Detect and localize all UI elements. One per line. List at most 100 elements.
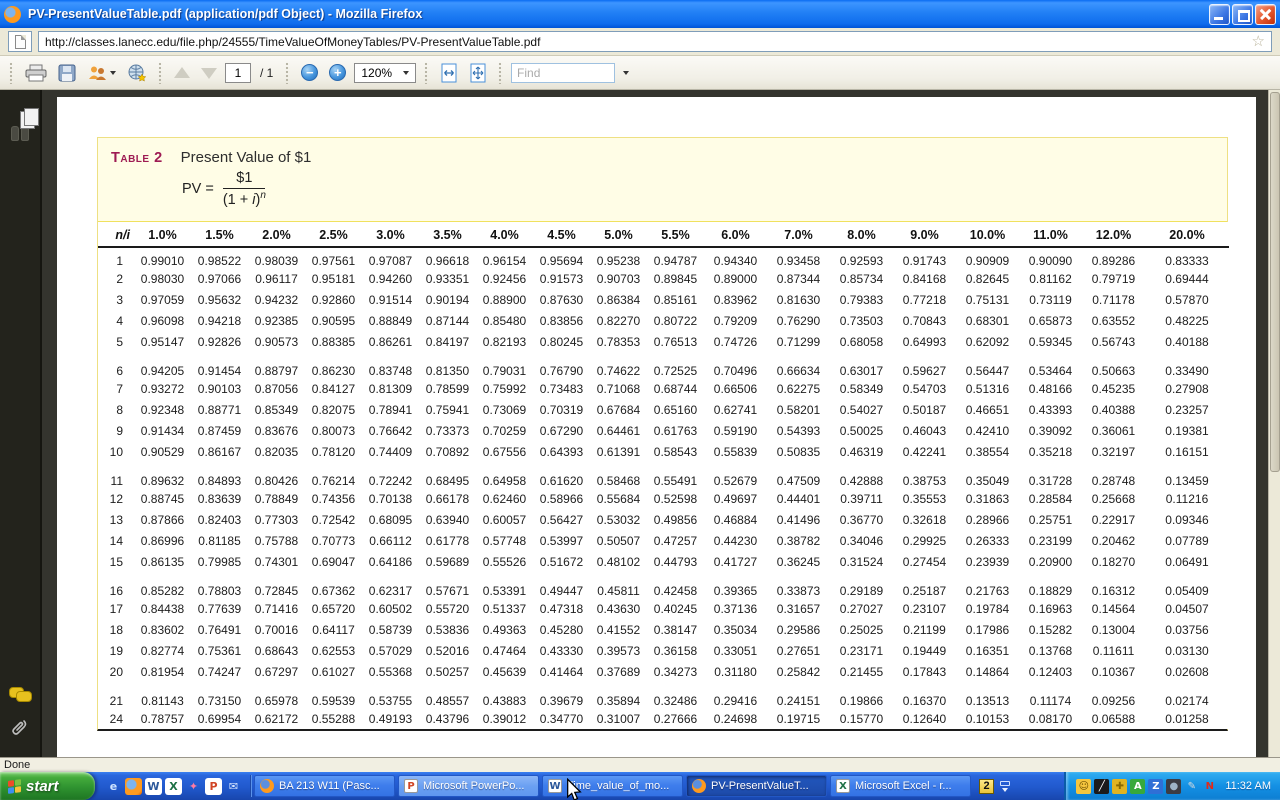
page-number-input[interactable] (225, 63, 251, 83)
pv-factor-cell: 0.92593 (830, 247, 893, 268)
pv-factor-cell: 0.84127 (305, 378, 362, 399)
pv-factor-cell: 0.29586 (767, 619, 830, 640)
pen-icon[interactable]: ✎ (1184, 779, 1199, 794)
pv-factor-cell: 0.19381 (1145, 420, 1229, 441)
pv-factor-cell: 0.29416 (704, 682, 767, 708)
find-input[interactable] (511, 63, 615, 83)
email-button[interactable] (84, 63, 119, 83)
start-button[interactable]: start (0, 772, 95, 800)
pv-factor-cell: 0.61778 (419, 530, 476, 551)
pv-factor-cell: 0.63017 (830, 352, 893, 378)
notes-badge[interactable]: 2 (979, 779, 994, 794)
powerpoint-icon[interactable]: P (205, 778, 222, 795)
period-cell: 5 (98, 331, 134, 352)
volume-icon[interactable]: ● (1166, 779, 1181, 794)
pv-factor-cell: 0.88385 (305, 331, 362, 352)
pv-factor-cell: 0.32618 (893, 509, 956, 530)
pv-factor-cell: 0.90573 (248, 331, 305, 352)
pv-factor-cell: 0.92860 (305, 289, 362, 310)
zimbra-icon[interactable]: Z (1148, 779, 1163, 794)
email-dropdown-icon (110, 71, 116, 75)
pv-factor-cell: 0.77218 (893, 289, 956, 310)
fit-width-button[interactable] (437, 61, 461, 85)
zoom-level-select[interactable]: 120% (354, 63, 416, 83)
minimize-button[interactable] (1209, 4, 1230, 25)
taskbar-task-word[interactable]: WTime_value_of_mo... (542, 775, 683, 797)
scrollbar-thumb[interactable] (1270, 92, 1280, 472)
table-row: 50.951470.928260.905730.883850.862610.84… (98, 331, 1229, 352)
pv-factor-cell: 0.91514 (362, 289, 419, 310)
taskbar-task-firefox[interactable]: BA 213 W11 (Pasc... (254, 775, 395, 797)
period-cell: 12 (98, 488, 134, 509)
pv-factor-cell: 0.50025 (830, 420, 893, 441)
system-tray: ☺╱✚AZ●✎N 11:32 AM (1064, 772, 1280, 800)
pv-factor-cell: 0.15282 (1019, 619, 1082, 640)
antivirus-icon[interactable]: A (1130, 779, 1145, 794)
fit-page-button[interactable] (466, 61, 490, 85)
outlook-icon[interactable]: ✉ (225, 778, 242, 795)
pv-factor-cell: 0.58739 (362, 619, 419, 640)
period-cell: 24 (98, 708, 134, 729)
pv-factor-cell: 0.44230 (704, 530, 767, 551)
pv-factor-cell: 0.92348 (134, 399, 191, 420)
table-row: 40.960980.942180.923850.905950.888490.87… (98, 310, 1229, 331)
pv-factor-cell: 0.87344 (767, 268, 830, 289)
internet-explorer-icon[interactable]: e (105, 778, 122, 795)
novell-icon[interactable]: N (1202, 779, 1217, 794)
keys-icon[interactable]: ✦ (185, 778, 202, 795)
pv-factor-cell: 0.95694 (533, 247, 590, 268)
excel-icon[interactable]: X (165, 778, 182, 795)
rate-column-header: 11.0% (1019, 222, 1082, 247)
pv-factor-cell: 0.40188 (1145, 331, 1229, 352)
taskbar-task-excel[interactable]: XMicrosoft Excel - r... (830, 775, 971, 797)
pv-factor-cell: 0.33051 (704, 640, 767, 661)
collaborate-button[interactable] (124, 61, 150, 84)
pv-factor-cell: 0.45639 (476, 661, 533, 682)
restore-button[interactable] (1232, 4, 1253, 25)
rate-column-header: 2.0% (248, 222, 305, 247)
pv-factor-cell: 0.90194 (419, 289, 476, 310)
pv-factor-cell: 0.73483 (533, 378, 590, 399)
pv-factor-cell: 0.66178 (419, 488, 476, 509)
sidebar-item-comments[interactable] (9, 687, 31, 703)
utility-icon[interactable]: ╱ (1094, 779, 1109, 794)
taskbar-task-firefox[interactable]: PV-PresentValueT... (686, 775, 827, 797)
find-dropdown-icon[interactable] (623, 71, 629, 75)
pv-factor-cell: 0.71068 (590, 378, 647, 399)
pv-factor-cell: 0.62275 (767, 378, 830, 399)
pv-factor-cell: 0.20900 (1019, 551, 1082, 572)
print-button[interactable] (22, 62, 50, 84)
messenger-smiley-icon[interactable]: ☺ (1076, 779, 1091, 794)
pv-factor-cell: 0.28748 (1082, 462, 1145, 488)
pv-factor-cell: 0.49697 (704, 488, 767, 509)
pv-factor-cell: 0.43330 (533, 640, 590, 661)
previous-page-button[interactable] (171, 65, 193, 80)
pv-factor-cell: 0.48557 (419, 682, 476, 708)
pv-factor-cell: 0.74301 (248, 551, 305, 572)
toolbar-chevron-icon[interactable] (1000, 781, 1010, 792)
pv-factor-cell: 0.51672 (533, 551, 590, 572)
pv-factor-cell: 0.31180 (704, 661, 767, 682)
pv-factor-cell: 0.91743 (893, 247, 956, 268)
rate-column-header: 3.0% (362, 222, 419, 247)
close-button[interactable] (1255, 4, 1276, 25)
next-page-button[interactable] (198, 65, 220, 81)
taskbar-task-powerpoint[interactable]: PMicrosoft PowerPo... (398, 775, 539, 797)
pv-factor-cell: 0.15770 (830, 708, 893, 729)
url-field[interactable]: http://classes.lanecc.edu/file.php/24555… (38, 31, 1272, 52)
zoom-in-button[interactable]: + (326, 62, 349, 83)
pv-factor-cell: 0.81954 (134, 661, 191, 682)
zoom-out-button[interactable]: − (298, 62, 321, 83)
pv-factor-cell: 0.88771 (191, 399, 248, 420)
vertical-scrollbar[interactable] (1268, 90, 1280, 757)
task-buttons: BA 213 W11 (Pasc...PMicrosoft PowerPo...… (254, 772, 971, 800)
pv-factor-cell: 0.68744 (647, 378, 704, 399)
bookmark-star-icon[interactable]: ☆ (1252, 34, 1265, 49)
shield-icon[interactable]: ✚ (1112, 779, 1127, 794)
word-icon[interactable]: W (145, 778, 162, 795)
excel-icon: X (836, 779, 850, 793)
attachments-paperclip-icon[interactable] (10, 717, 30, 741)
firefox-icon[interactable] (125, 778, 142, 795)
pv-factor-cell: 0.73503 (830, 310, 893, 331)
save-button[interactable] (55, 62, 79, 84)
